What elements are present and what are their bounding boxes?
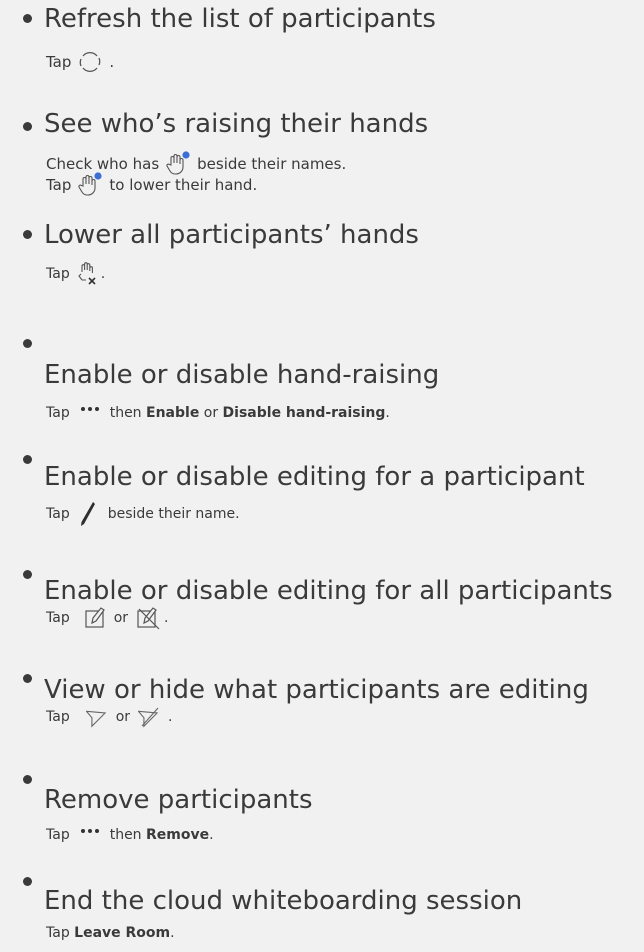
item-description: Tap then Enable or Disable hand-raising … [46,405,390,421]
item-title: End the cloud whiteboarding session [44,886,523,916]
item-title: See who’s raising their hands [44,109,429,139]
item-title: Enable or disable editing for all partic… [44,576,613,606]
bullet [23,877,32,886]
item-title: Remove participants [44,785,313,815]
item-title: Refresh the list of participants [44,4,436,34]
bullet [23,14,32,23]
item-title: View or hide what participants are editi… [44,675,589,705]
item-title: Enable or disable hand-raising [44,360,440,390]
more-icon [80,406,100,420]
disable-edit-all-icon [136,606,162,630]
bullet [23,230,32,239]
hide-editing-icon [138,706,162,728]
more-icon [80,828,100,842]
bullet [23,339,32,348]
item-description: Tap or . [46,606,168,630]
item-description: Tap or . [46,706,172,728]
item-title: Enable or disable editing for a particip… [44,462,585,492]
item-description-line-2: Tap to lower their hand. [46,172,257,198]
refresh-icon [77,50,103,74]
item-description: Tap . [46,260,105,288]
bullet [23,122,32,131]
raised-hand-icon [77,172,103,198]
item-description: Tap then Remove . [46,827,214,843]
bullet [23,455,32,464]
lower-all-hands-icon [76,260,100,288]
bullet [23,570,32,579]
pen-icon [80,500,96,528]
enable-edit-all-icon [84,606,108,630]
item-title: Lower all participants’ hands [44,220,419,250]
item-description: Tap . [46,50,114,74]
bullet [23,674,32,683]
item-description: Tap Leave Room . [46,925,175,941]
item-description: Tap beside their name. [46,500,240,528]
view-editing-icon [85,706,108,728]
bullet [23,775,32,784]
